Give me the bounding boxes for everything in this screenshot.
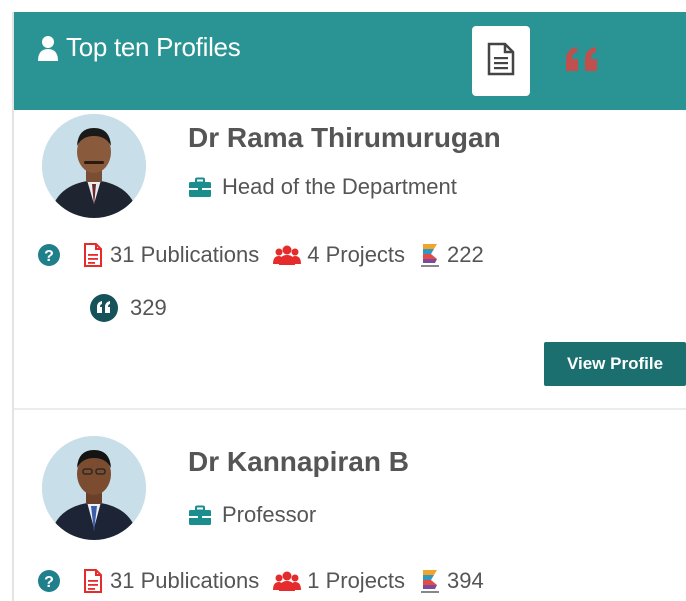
profile-stats: 31 Publications 1 Projects 394: [38, 568, 498, 594]
projects-stat[interactable]: 1 Projects: [273, 568, 405, 594]
citations-count: 329: [130, 295, 167, 320]
question-circle-icon[interactable]: [38, 570, 60, 592]
publications-count: 31 Publications: [110, 242, 260, 267]
profile-role: Head of the Department: [188, 174, 457, 200]
profile-role: Professor: [188, 502, 316, 528]
file-pdf-icon: [84, 569, 102, 593]
publications-count: 31 Publications: [110, 568, 260, 593]
view-profile-button[interactable]: View Profile: [544, 342, 686, 386]
profile-name[interactable]: Dr Kannapiran B: [188, 446, 409, 478]
document-icon: [487, 42, 515, 81]
briefcase-icon: [188, 505, 212, 526]
profile-stats: 31 Publications 4 Projects 222: [38, 242, 498, 268]
file-pdf-icon: [84, 243, 102, 267]
metric-value: 222: [447, 242, 484, 267]
metric-stat[interactable]: 222: [419, 242, 484, 268]
quote-icon: [564, 45, 602, 78]
quote-circle-icon: [90, 294, 118, 322]
citations-stat[interactable]: 329: [90, 294, 167, 322]
avatar[interactable]: [42, 114, 146, 218]
publications-stat[interactable]: 31 Publications: [82, 568, 259, 594]
panel-header: Top ten Profiles: [14, 12, 686, 110]
publications-stat[interactable]: 31 Publications: [82, 242, 259, 268]
users-icon: [273, 571, 302, 591]
stacked-bars-icon: [421, 244, 440, 267]
profile-role-text: Head of the Department: [222, 174, 457, 199]
profile-card: Dr Kannapiran B Professor 31 Publication…: [14, 412, 686, 601]
tab-documents[interactable]: [472, 26, 530, 96]
projects-stat[interactable]: 4 Projects: [273, 242, 405, 268]
question-circle-icon[interactable]: [38, 244, 60, 266]
projects-count: 4 Projects: [307, 242, 406, 267]
avatar[interactable]: [42, 436, 146, 540]
profile-name[interactable]: Dr Rama Thirumurugan: [188, 122, 501, 154]
tab-citations[interactable]: [554, 26, 612, 96]
profile-card: Dr Rama Thirumurugan Head of the Departm…: [14, 110, 686, 410]
profiles-panel: Top ten Profiles Dr Rama Thirumurugan He…: [12, 12, 686, 601]
metric-value: 394: [447, 568, 484, 593]
stacked-bars-icon: [421, 570, 440, 593]
metric-stat[interactable]: 394: [419, 568, 484, 594]
users-icon: [273, 245, 302, 265]
profile-role-text: Professor: [222, 502, 317, 527]
projects-count: 1 Projects: [307, 568, 406, 593]
user-icon: [38, 35, 58, 61]
panel-title: Top ten Profiles: [38, 32, 241, 63]
panel-title-text: Top ten Profiles: [66, 32, 241, 62]
briefcase-icon: [188, 177, 212, 198]
